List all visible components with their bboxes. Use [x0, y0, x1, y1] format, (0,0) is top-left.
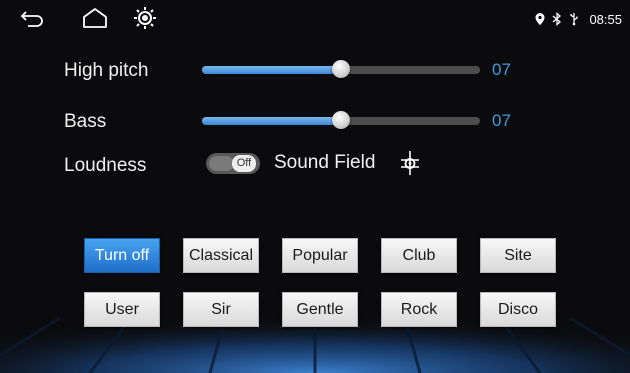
preset-classical[interactable]: Classical [183, 238, 259, 273]
sound-field-label: Sound Field [274, 152, 376, 173]
back-icon[interactable] [20, 6, 46, 30]
status-bar: 08:55 [0, 0, 630, 36]
bass-value: 07 [492, 111, 511, 130]
loudness-label: Loudness [64, 155, 147, 176]
home-icon[interactable] [82, 6, 108, 30]
usb-icon [570, 13, 579, 26]
loudness-toggle[interactable]: Off [206, 153, 260, 174]
bass-label: Bass [64, 111, 107, 132]
preset-site[interactable]: Site [480, 238, 556, 273]
preset-gentle[interactable]: Gentle [282, 292, 358, 327]
slider-thumb[interactable] [332, 111, 350, 129]
brightness-icon[interactable] [132, 6, 158, 30]
equalizer-screen: 08:55 High pitch 07 Bass 07 Loudness Off… [0, 0, 630, 373]
preset-turn-off[interactable]: Turn off [84, 238, 160, 273]
location-icon [535, 13, 545, 25]
slider-thumb[interactable] [332, 60, 350, 78]
loudness-state: Off [232, 155, 256, 172]
preset-popular[interactable]: Popular [282, 238, 358, 273]
bluetooth-icon [553, 12, 562, 26]
status-indicators: 08:55 [534, 10, 622, 28]
high-pitch-label: High pitch [64, 60, 149, 81]
toggle-knob [209, 156, 234, 171]
slider-fill [202, 66, 341, 74]
high-pitch-slider[interactable] [202, 60, 480, 80]
preset-disco[interactable]: Disco [480, 292, 556, 327]
slider-fill [202, 117, 341, 125]
clock: 08:55 [589, 11, 622, 27]
preset-sir[interactable]: Sir [183, 292, 259, 327]
preset-user[interactable]: User [84, 292, 160, 327]
speaker-position-icon[interactable] [398, 150, 422, 176]
preset-club[interactable]: Club [381, 238, 457, 273]
high-pitch-value: 07 [492, 60, 511, 79]
preset-rock[interactable]: Rock [381, 292, 457, 327]
bass-slider[interactable] [202, 111, 480, 131]
